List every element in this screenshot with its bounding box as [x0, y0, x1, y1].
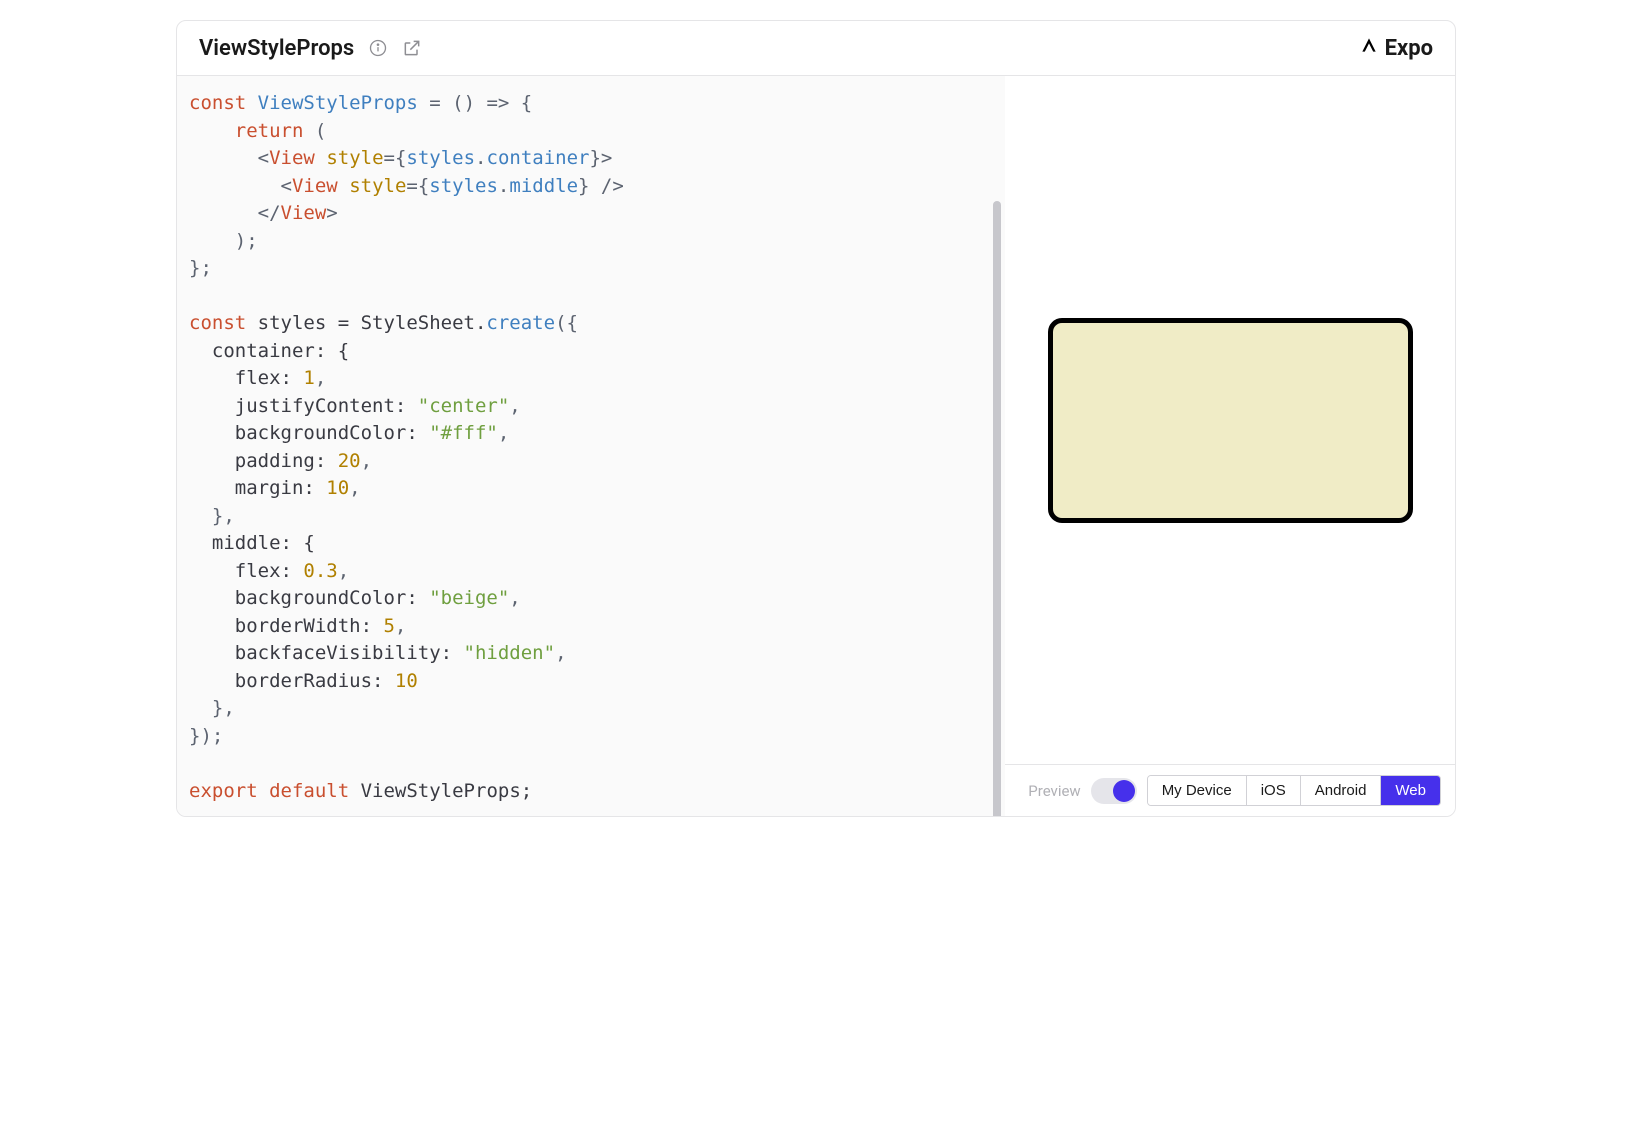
- snack-player: ViewStyleProps Expo const ViewStyleProps…: [176, 20, 1456, 817]
- kw-default: default: [269, 780, 349, 802]
- toggle-knob: [1113, 780, 1135, 802]
- expo-logo-icon: [1359, 35, 1379, 61]
- page-title: ViewStyleProps: [199, 36, 354, 61]
- preview-rendered-view: [1048, 318, 1413, 523]
- fn-name: ViewStyleProps: [258, 92, 418, 114]
- scrollbar-thumb[interactable]: [993, 201, 1001, 816]
- kw-return: return: [235, 120, 304, 142]
- external-link-icon[interactable]: [402, 38, 422, 58]
- header: ViewStyleProps Expo: [177, 21, 1455, 76]
- preview-pane: Preview My Device iOS Android Web: [1005, 76, 1455, 816]
- platform-my-device-button[interactable]: My Device: [1148, 776, 1247, 805]
- platform-ios-button[interactable]: iOS: [1247, 776, 1301, 805]
- kw-export: export: [189, 780, 258, 802]
- kw-const: const: [189, 92, 246, 114]
- platform-android-button[interactable]: Android: [1301, 776, 1382, 805]
- info-icon[interactable]: [368, 38, 388, 58]
- header-left: ViewStyleProps: [199, 36, 422, 61]
- scrollbar[interactable]: [993, 146, 1001, 786]
- platform-switcher: My Device iOS Android Web: [1147, 775, 1441, 806]
- kw-const: const: [189, 312, 246, 334]
- platform-web-button[interactable]: Web: [1381, 776, 1440, 805]
- preview-area: [1005, 76, 1455, 764]
- code-editor[interactable]: const ViewStyleProps = () => { return ( …: [177, 76, 1005, 816]
- body: const ViewStyleProps = () => { return ( …: [177, 76, 1455, 816]
- preview-label: Preview: [1028, 782, 1080, 800]
- brand: Expo: [1359, 35, 1433, 61]
- preview-toggle[interactable]: [1091, 778, 1137, 804]
- brand-label: Expo: [1385, 36, 1433, 61]
- preview-footer: Preview My Device iOS Android Web: [1005, 764, 1455, 816]
